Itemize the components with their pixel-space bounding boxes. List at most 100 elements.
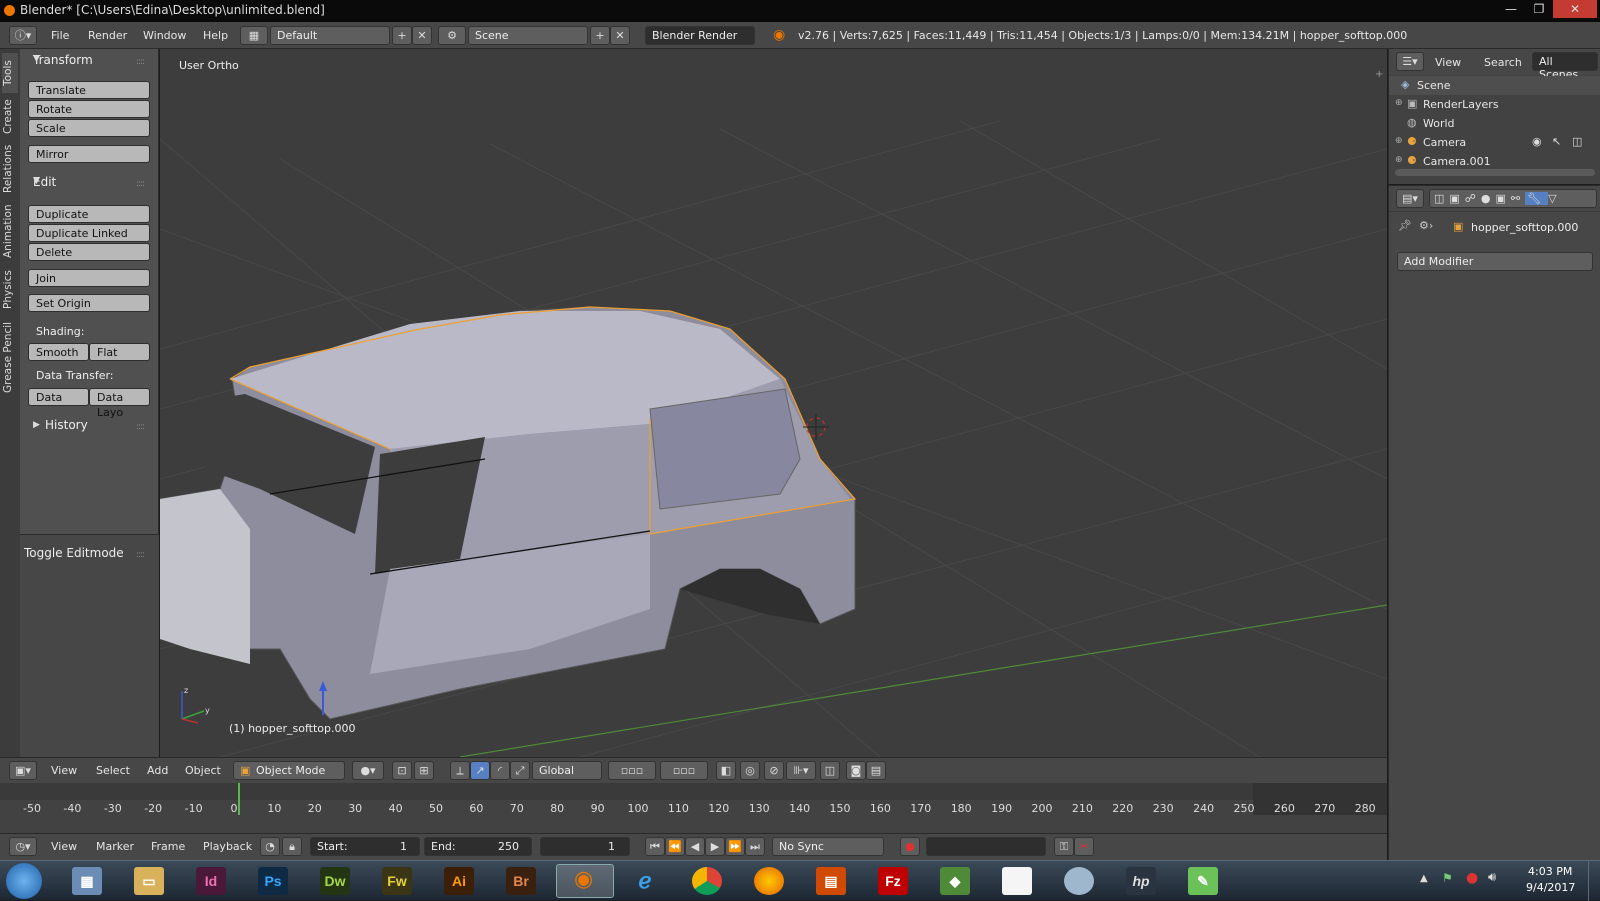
file-explorer-icon[interactable]: ▭ (134, 867, 164, 895)
delete-scene-icon[interactable]: ✕ (610, 26, 630, 45)
expand-icon[interactable]: ⊕ (1395, 98, 1403, 108)
properties-context-tabs[interactable]: ◫▣☍●▣⚯ 🔧︎ ▽ (1429, 189, 1597, 208)
indesign-icon[interactable]: Id (196, 867, 226, 895)
keying-set-field[interactable] (926, 837, 1046, 856)
jump-end-icon[interactable]: ⏭ (745, 837, 765, 856)
firefox-icon[interactable] (754, 867, 784, 895)
scene-field[interactable]: Scene (468, 26, 588, 45)
outliner-item-camera[interactable]: ⊕ ⚈ Camera ◉ ↖ ◫ (1389, 133, 1600, 152)
add-scene-icon[interactable]: + (590, 26, 610, 45)
disc-icon[interactable] (1064, 867, 1094, 895)
editor-type-properties-icon[interactable]: ▤▾ (1396, 189, 1424, 208)
tab-relations[interactable]: Relations (2, 141, 18, 197)
close-button[interactable]: ✕ (1553, 0, 1597, 18)
delete-button[interactable]: Delete (28, 243, 150, 261)
modifiers-tab-icon[interactable]: 🔧︎ (1525, 192, 1549, 205)
manipulator-toggle-icon[interactable]: ⟂ (450, 761, 470, 780)
expand-icon[interactable]: ⊕ (1395, 155, 1403, 165)
drag-handle-icon[interactable]: :::: (136, 550, 145, 560)
flat-button[interactable]: Flat (89, 343, 150, 361)
document-icon[interactable] (1002, 867, 1032, 895)
render-engine-select[interactable]: Blender Render (645, 26, 755, 45)
menu-window[interactable]: Window (143, 29, 186, 42)
editor-type-3dview-icon[interactable]: ▣▾ (9, 761, 37, 780)
join-button[interactable]: Join (28, 269, 150, 287)
viewport-shading-icon[interactable]: ●▾ (352, 761, 384, 780)
hp-icon[interactable]: hp (1126, 867, 1156, 895)
minimize-button[interactable]: — (1497, 0, 1525, 18)
mirror-button[interactable]: Mirror (28, 145, 150, 163)
duplicate-linked-button[interactable]: Duplicate Linked (28, 224, 150, 242)
transform-panel-title[interactable]: Transform (33, 53, 93, 67)
menu-render[interactable]: Render (88, 29, 127, 42)
jeep-softtop-mesh[interactable] (160, 306, 857, 720)
auto-keying-record-icon[interactable]: ● (900, 837, 920, 856)
filezilla-icon[interactable]: Fz (878, 867, 908, 895)
translate-button[interactable]: Translate (28, 81, 150, 99)
lock-layers-icon[interactable]: ◧ (716, 761, 736, 780)
sync-mode-select[interactable]: No Sync (772, 837, 884, 856)
fireworks-icon[interactable]: Fw (382, 867, 412, 895)
menu-playback[interactable]: Playback (203, 840, 252, 853)
clock-time[interactable]: 4:03 PM (1528, 865, 1572, 878)
outliner-scrollbar[interactable] (1395, 169, 1595, 176)
snap-element-icon[interactable]: ⊪▾ (786, 761, 816, 780)
menu-view[interactable]: View (51, 840, 77, 853)
tab-grease-pencil[interactable]: Grease Pencil (2, 317, 18, 397)
current-frame-cursor[interactable] (238, 783, 240, 815)
delete-screen-icon[interactable]: ✕ (412, 26, 432, 45)
scene-icon[interactable]: ⚙ (438, 26, 466, 45)
network-icon[interactable]: ⚑ (1442, 871, 1453, 885)
photoshop-icon[interactable]: Ps (258, 867, 288, 895)
taskbar-active-blender[interactable]: ◉ (556, 864, 614, 898)
maximize-button[interactable]: ❐ (1526, 0, 1552, 18)
snap-toggle-icon[interactable]: ⊘ (764, 761, 784, 780)
history-panel-title[interactable]: History (45, 418, 88, 432)
start-button[interactable] (6, 863, 42, 899)
minecraft-icon[interactable]: ◆ (940, 867, 970, 895)
data-transfer-button[interactable]: Data (28, 388, 89, 406)
office-icon[interactable]: ▤ (816, 867, 846, 895)
tab-tools[interactable]: Tools (2, 53, 18, 93)
scale-manipulator-icon[interactable]: ⤢ (510, 761, 530, 780)
pivot-point-icon[interactable]: ⊡ (392, 761, 412, 780)
selectable-cursor-icon[interactable]: ↖ (1552, 135, 1561, 148)
menu-help[interactable]: Help (203, 29, 228, 42)
jump-next-key-icon[interactable]: ⏩ (725, 837, 745, 856)
show-desktop-button[interactable] (1588, 861, 1600, 901)
expand-icon[interactable]: ⊕ (1395, 136, 1403, 146)
smooth-button[interactable]: Smooth (28, 343, 89, 361)
screen-layout-field[interactable]: Default (270, 26, 390, 45)
scene-layers-icon[interactable]: ▫▫▫ (608, 761, 656, 780)
menu-add[interactable]: Add (147, 764, 168, 777)
menu-marker[interactable]: Marker (96, 840, 134, 853)
rotate-button[interactable]: Rotate (28, 100, 150, 118)
menu-frame[interactable]: Frame (151, 840, 185, 853)
tab-animation[interactable]: Animation (2, 199, 18, 263)
drag-handle-icon[interactable]: :::: (136, 57, 145, 67)
display-mode-select[interactable]: All Scenes (1532, 52, 1598, 81)
menu-object[interactable]: Object (185, 764, 221, 777)
delete-keyframe-icon[interactable]: ✂ (1074, 837, 1094, 856)
outliner-item-scene[interactable]: ◈ Scene (1389, 76, 1600, 95)
add-modifier-select[interactable]: Add Modifier (1397, 252, 1593, 271)
editor-type-outliner-icon[interactable]: ☰▾ (1396, 52, 1424, 71)
collapse-arrow-icon[interactable]: ▼ (33, 54, 40, 64)
data-layout-button[interactable]: Data Layo (89, 388, 150, 419)
outliner-item-world[interactable]: ◍ World (1389, 114, 1600, 133)
rotate-manipulator-icon[interactable]: ◜ (490, 761, 510, 780)
current-frame-field[interactable]: 1 (540, 837, 630, 856)
lock-time-icon[interactable]: 🔒︎ (282, 837, 302, 856)
scale-button[interactable]: Scale (28, 119, 150, 137)
preview-range-icon[interactable]: ◔ (260, 837, 280, 856)
pin-icon[interactable]: 📌︎ (1398, 219, 1412, 232)
layers-icon[interactable]: ⊞ (414, 761, 434, 780)
tab-create[interactable]: Create (2, 95, 18, 139)
render-animation-icon[interactable]: ▤ (866, 761, 886, 780)
dreamweaver-icon[interactable]: Dw (320, 867, 350, 895)
insert-keyframe-icon[interactable]: ⚿ (1054, 837, 1074, 856)
drag-handle-icon[interactable]: :::: (136, 179, 145, 189)
start-frame-field[interactable]: Start: 1 (310, 837, 420, 856)
proportional-edit-icon[interactable]: ◎ (740, 761, 760, 780)
chrome-icon[interactable] (692, 867, 722, 895)
